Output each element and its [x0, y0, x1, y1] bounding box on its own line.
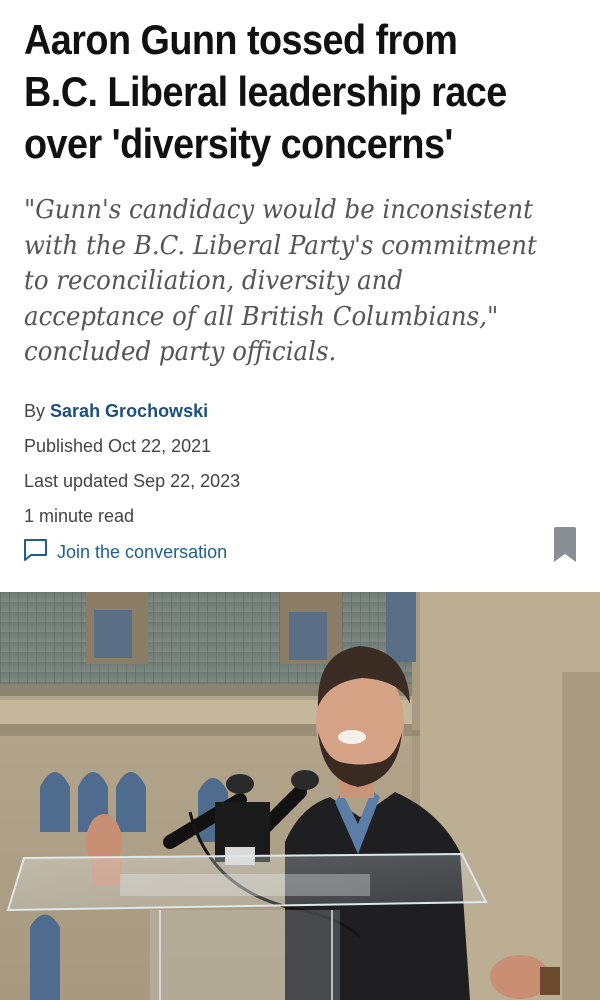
article-deck: "Gunn's candidacy would be inconsistent …	[24, 195, 537, 367]
read-time: 1 minute read	[24, 506, 135, 526]
last-updated-date: Last updated Sep 22, 2023	[24, 471, 241, 491]
join-conversation-label: Join the conversation	[57, 542, 228, 562]
join-conversation-link[interactable]: Join the conversation	[23, 538, 227, 567]
hero-photo	[0, 592, 600, 1000]
speech-bubble-icon	[23, 538, 48, 567]
bookmark-icon	[552, 527, 578, 568]
bookmark-button[interactable]	[552, 526, 578, 569]
author-link[interactable]: Sarah Grochowski	[50, 401, 208, 421]
published-date: Published Oct 22, 2021	[24, 436, 212, 456]
byline-prefix: By	[24, 401, 46, 421]
byline: By Sarah Grochowski	[24, 401, 208, 422]
article-headline: Aaron Gunn tossed from B.C. Liberal lead…	[24, 16, 507, 167]
